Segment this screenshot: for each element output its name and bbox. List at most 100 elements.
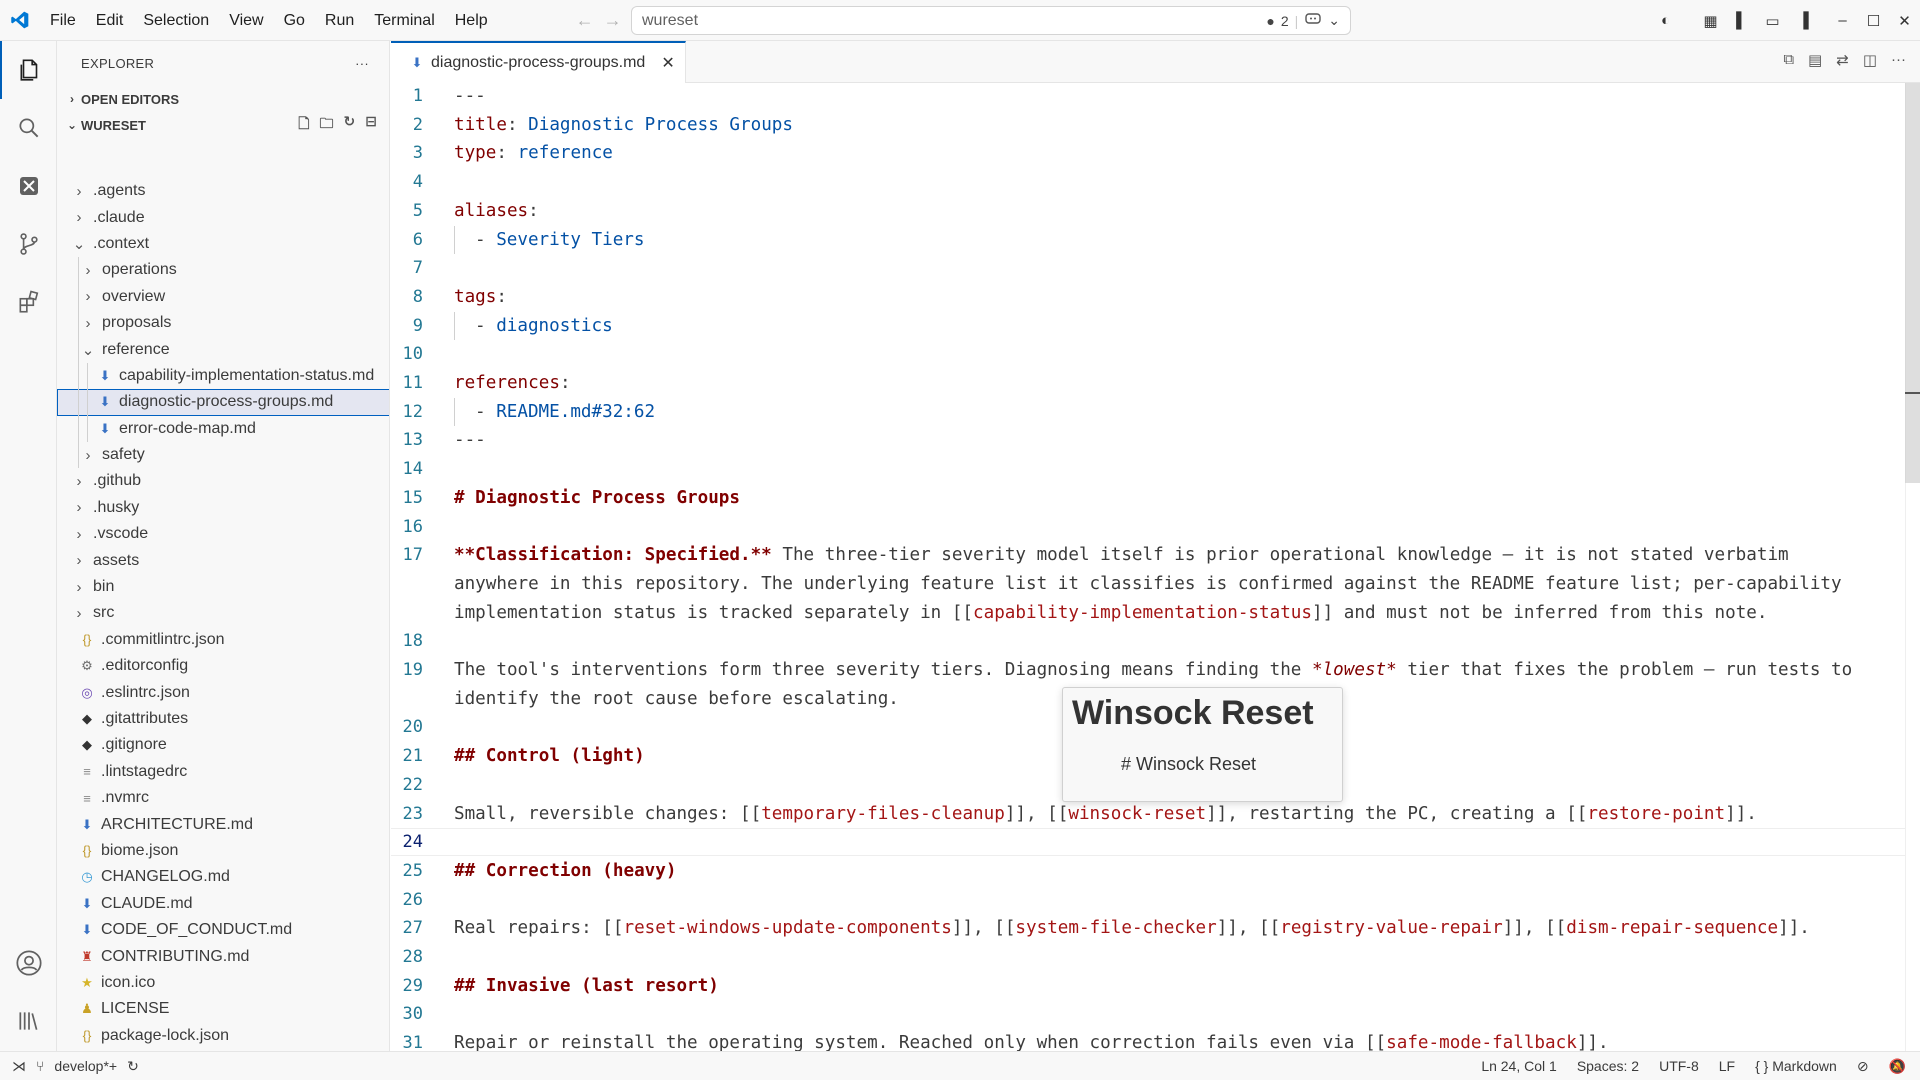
file-item[interactable]: ⬇ ARCHITECTURE.md <box>57 811 389 837</box>
link-hover-preview: Winsock Reset # Winsock Reset <box>1062 687 1343 802</box>
end-of-line[interactable]: LF <box>1719 1058 1735 1074</box>
notifications-icon[interactable]: 🔕 <box>1889 1058 1906 1075</box>
file-item[interactable]: ⬇ CODE_OF_CONDUCT.md <box>57 917 389 943</box>
menu-run[interactable]: Run <box>315 0 364 41</box>
folder-item[interactable]: › assets <box>57 547 389 573</box>
file-item[interactable]: ◎ .eslintrc.json <box>57 679 389 705</box>
code-line: 24 <box>391 828 1905 857</box>
folder-item[interactable]: ⌄ reference <box>57 336 389 363</box>
preview-side-icon[interactable]: ▤ <box>1808 51 1822 69</box>
code-editor[interactable]: 1 --- 2 title: Diagnostic Process Groups 3 ty… <box>391 83 1905 1051</box>
file-item[interactable]: ♟ LICENSE <box>57 996 389 1022</box>
command-center[interactable]: wureset ● 2 | ⌄ <box>631 6 1351 35</box>
minimize-icon[interactable]: – <box>1827 12 1858 29</box>
customize-layout-icon[interactable]: ▦ <box>1695 12 1726 30</box>
file-item[interactable]: ◆ .gitattributes <box>57 706 389 732</box>
sync-icon[interactable]: ↻ <box>127 1058 139 1075</box>
folder-item[interactable]: › bin <box>57 574 389 600</box>
line-number: 13 <box>402 430 423 451</box>
file-item[interactable]: {} .commitlintrc.json <box>57 627 389 653</box>
git-file-icon: ◆ <box>82 711 92 726</box>
file-item[interactable]: ◆ .gitignore <box>57 732 389 758</box>
toggle-secondary-sidebar-icon[interactable]: ▐ <box>1788 12 1819 29</box>
extensions-icon[interactable] <box>0 273 57 331</box>
tree-item-label: overview <box>102 287 166 305</box>
folder-item[interactable]: › operations <box>57 257 389 284</box>
file-item[interactable]: ≡ .lintstagedrc <box>57 759 389 785</box>
toggle-primary-sidebar-icon[interactable]: ▌ <box>1726 12 1757 29</box>
tree-item-label: biome.json <box>101 841 179 859</box>
workspace-section[interactable]: ⌄ WURESET 🗋 🗀 ↻ ⊟ <box>57 112 389 138</box>
file-item[interactable]: {} biome.json <box>57 838 389 864</box>
file-item[interactable]: ♜ CONTRIBUTING.md <box>57 943 389 969</box>
folder-item[interactable]: › safety <box>57 441 389 469</box>
accounts-icon[interactable] <box>0 934 57 992</box>
branch-name[interactable]: develop*+ <box>54 1058 117 1074</box>
more-actions-icon[interactable]: ··· <box>1891 51 1906 69</box>
file-item[interactable]: ⚙ .editorconfig <box>57 653 389 679</box>
folder-item[interactable]: › .github <box>57 468 389 494</box>
forward-arrow-icon[interactable]: → <box>604 10 622 31</box>
folder-item[interactable]: › src <box>57 600 389 626</box>
folder-item[interactable]: › .agents <box>57 178 389 204</box>
new-file-icon[interactable]: 🗋 <box>298 113 309 137</box>
menu-go[interactable]: Go <box>274 0 315 41</box>
copilot-chat-icon[interactable] <box>1304 11 1322 30</box>
tree-item-label: LICENSE <box>101 1000 170 1018</box>
file-item[interactable]: ⬇ CLAUDE.md <box>57 891 389 917</box>
menu-terminal[interactable]: Terminal <box>364 0 444 41</box>
branch-icon[interactable]: ⑂ <box>36 1058 44 1074</box>
search-icon[interactable] <box>0 99 57 157</box>
accounts-shield-icon[interactable]: ◐ <box>1650 12 1681 29</box>
chevron-right-icon: › <box>76 499 82 517</box>
menu-view[interactable]: View <box>219 0 273 41</box>
close-window-icon[interactable]: ✕ <box>1889 12 1920 30</box>
scrollbar-thumb[interactable] <box>1905 83 1920 483</box>
folder-item[interactable]: › overview <box>57 283 389 310</box>
menu-selection[interactable]: Selection <box>133 0 219 41</box>
copilot-status-icon[interactable]: ⊘ <box>1857 1058 1869 1075</box>
indentation[interactable]: Spaces: 2 <box>1577 1058 1639 1074</box>
remote-explorer-icon[interactable] <box>0 157 57 215</box>
folder-item[interactable]: › proposals <box>57 309 389 337</box>
more-actions-icon[interactable]: ··· <box>355 56 369 71</box>
tab-diagnostic-process-groups[interactable]: ⬇ diagnostic-process-groups.md ✕ <box>391 41 686 83</box>
nav-arrows: ← → <box>576 10 622 31</box>
open-preview-icon[interactable]: ⧉ <box>1783 51 1794 69</box>
maximize-icon[interactable]: ☐ <box>1858 12 1889 30</box>
code-line: 31 Repair or reinstall the operating syst… <box>391 1029 1905 1051</box>
menu-help[interactable]: Help <box>445 0 498 41</box>
collapse-all-icon[interactable]: ⊟ <box>365 113 377 137</box>
toggle-panel-icon[interactable]: ▭ <box>1757 12 1788 30</box>
file-item[interactable]: ≡ .nvmrc <box>57 785 389 811</box>
menu-file[interactable]: File <box>40 0 86 41</box>
explorer-icon[interactable] <box>0 41 57 99</box>
close-icon[interactable]: ✕ <box>661 53 674 73</box>
file-item[interactable]: ⬇ capability-implementation-status.md <box>57 362 389 390</box>
code-line: 28 <box>391 943 1905 971</box>
file-item[interactable]: ★ icon.ico <box>57 970 389 996</box>
folder-item[interactable]: › .husky <box>57 495 389 521</box>
source-control-icon[interactable] <box>0 215 57 273</box>
chevron-down-icon[interactable]: ⌄ <box>1328 12 1340 29</box>
remote-indicator-icon[interactable]: ⋊ <box>12 1058 26 1075</box>
language-mode[interactable]: { } Markdown <box>1755 1058 1837 1074</box>
file-item[interactable]: ⬇ diagnostic-process-groups.md <box>57 389 389 416</box>
explorer-sidebar: EXPLORER ··· › OPEN EDITORS ⌄ WURESET 🗋 … <box>57 41 390 1051</box>
refresh-icon[interactable]: ↻ <box>344 113 356 137</box>
compare-changes-icon[interactable]: ⇄ <box>1836 51 1849 69</box>
cursor-position[interactable]: Ln 24, Col 1 <box>1481 1058 1557 1074</box>
library-icon[interactable] <box>0 992 57 1050</box>
back-arrow-icon[interactable]: ← <box>576 10 594 31</box>
folder-item[interactable]: › .vscode <box>57 521 389 547</box>
encoding[interactable]: UTF-8 <box>1659 1058 1699 1074</box>
open-editors-section[interactable]: › OPEN EDITORS <box>57 86 389 112</box>
folder-item[interactable]: ⌄ .context <box>57 231 389 257</box>
split-editor-icon[interactable]: ◫ <box>1863 51 1877 69</box>
file-item[interactable]: {} package-lock.json <box>57 1023 389 1049</box>
menu-edit[interactable]: Edit <box>86 0 134 41</box>
new-folder-icon[interactable]: 🗀 <box>320 113 334 137</box>
file-item[interactable]: ⬇ error-code-map.md <box>57 415 389 442</box>
file-item[interactable]: ◷ CHANGELOG.md <box>57 864 389 890</box>
folder-item[interactable]: › .claude <box>57 204 389 230</box>
